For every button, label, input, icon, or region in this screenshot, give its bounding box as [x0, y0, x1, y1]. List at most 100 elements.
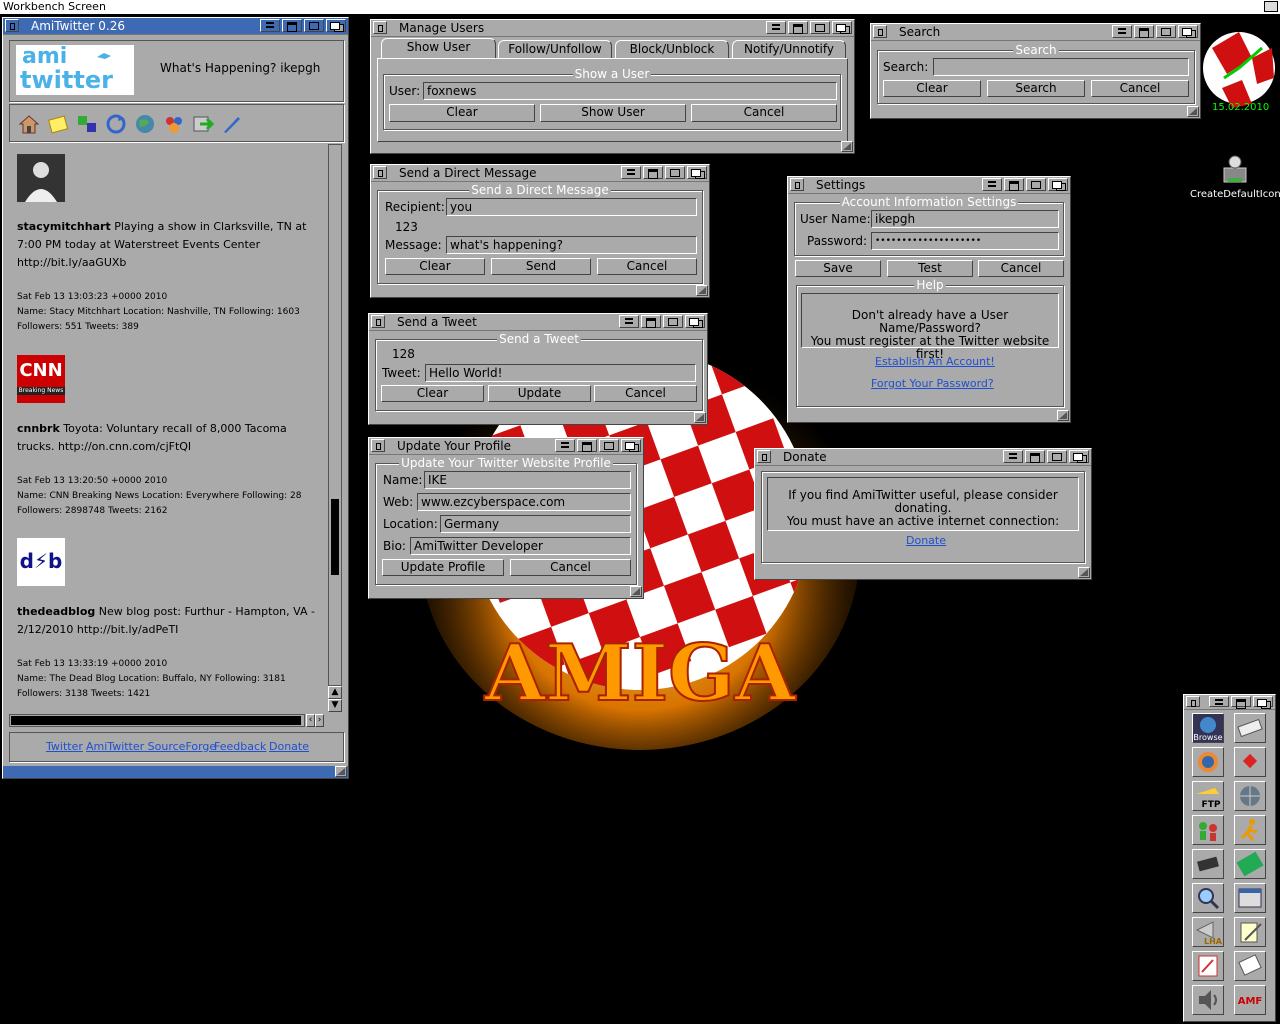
settings-title-bar[interactable]: Settings — [788, 177, 1070, 194]
direct-message-title-bar[interactable]: Send a Direct Message — [371, 165, 709, 182]
cancel-button[interactable]: Cancel — [510, 559, 631, 576]
lha-icon[interactable]: LHA — [1192, 917, 1224, 947]
zoom-gadget[interactable] — [304, 19, 324, 32]
cancel-button[interactable]: Cancel — [1091, 80, 1189, 97]
pen-icon[interactable] — [221, 113, 243, 135]
tab-show-user[interactable]: Show User — [381, 38, 496, 59]
send-tweet-title-bar[interactable]: Send a Tweet — [369, 314, 707, 331]
send-button[interactable]: Send — [491, 258, 591, 275]
tweet-list[interactable]: stacymitchhart Playing a show in Clarksv… — [9, 144, 327, 712]
close-gadget[interactable] — [873, 25, 887, 38]
resize-gadget[interactable] — [696, 285, 708, 296]
resize-gadget[interactable] — [694, 412, 706, 423]
iconify-gadget[interactable] — [619, 315, 639, 328]
iconify-gadget[interactable] — [621, 166, 641, 179]
jump-gadget[interactable] — [1231, 696, 1251, 709]
update-profile-button[interactable]: Update Profile — [382, 559, 504, 576]
cancel-button[interactable]: Cancel — [594, 385, 697, 402]
location-input[interactable]: Germany — [440, 515, 631, 533]
depth-gadget[interactable] — [687, 166, 707, 179]
zoom-gadget[interactable] — [663, 315, 683, 328]
jump-gadget[interactable] — [788, 21, 808, 34]
close-gadget[interactable] — [373, 21, 387, 34]
people-icon[interactable] — [1192, 815, 1224, 845]
depth-gadget[interactable] — [1069, 450, 1089, 463]
show-user-button[interactable]: Show User — [540, 104, 686, 122]
keyboard-icon[interactable] — [1234, 713, 1266, 743]
cancel-button[interactable]: Cancel — [597, 258, 697, 275]
recipient-input[interactable]: you — [446, 198, 697, 216]
depth-gadget[interactable] — [326, 19, 346, 32]
resize-gadget[interactable] — [630, 586, 642, 597]
jump-gadget[interactable] — [641, 315, 661, 328]
zoom-gadget[interactable] — [665, 166, 685, 179]
manage-users-title-bar[interactable]: Manage Users — [371, 20, 854, 37]
depth-gadget[interactable] — [832, 21, 852, 34]
search-input[interactable] — [933, 58, 1189, 76]
tab-notify-unnotify[interactable]: Notify/Unnotify — [732, 40, 846, 58]
bio-input[interactable]: AmiTwitter Developer — [410, 537, 631, 555]
iconify-gadget[interactable] — [555, 439, 575, 452]
world-icon[interactable] — [1192, 747, 1224, 777]
clear-button[interactable]: Clear — [385, 258, 485, 275]
depth-gadget[interactable] — [1048, 178, 1068, 191]
depth-gadget[interactable] — [685, 315, 705, 328]
network-icon[interactable] — [76, 113, 98, 135]
establish-account-link[interactable]: Establish An Account! — [875, 355, 995, 368]
scroll-left-arrow[interactable]: ‹ — [306, 714, 315, 727]
iconify-gadget[interactable] — [1112, 25, 1132, 38]
jump-gadget[interactable] — [1004, 178, 1024, 191]
password-input[interactable]: •••••••••••••••••••• — [871, 232, 1059, 250]
clear-button[interactable]: Clear — [389, 104, 535, 122]
scroll-up-arrow[interactable]: ▲ — [328, 686, 342, 699]
resize-gadget[interactable] — [841, 141, 853, 152]
cancel-button[interactable]: Cancel — [978, 260, 1064, 277]
zoom-gadget[interactable] — [1156, 25, 1176, 38]
scrollbar-knob[interactable] — [331, 499, 339, 575]
vertical-scrollbar[interactable] — [328, 144, 342, 686]
close-gadget[interactable] — [790, 178, 804, 191]
update-profile-title-bar[interactable]: Update Your Profile — [369, 438, 643, 455]
web-input[interactable]: www.ezcyberspace.com — [417, 493, 631, 511]
dock-title-bar[interactable] — [1184, 695, 1275, 710]
document-icon[interactable] — [1234, 951, 1266, 981]
link-sourceforge[interactable]: AmiTwitter SourceForge — [86, 740, 216, 753]
clear-button[interactable]: Clear — [381, 385, 484, 402]
network-globe-icon[interactable] — [1234, 781, 1266, 811]
close-gadget[interactable] — [757, 450, 771, 463]
tweet-input[interactable]: Hello World! — [425, 364, 696, 382]
cancel-button[interactable]: Cancel — [691, 104, 837, 122]
runner-icon[interactable] — [1234, 815, 1266, 845]
screen-depth-gadget[interactable] — [1264, 1, 1278, 12]
forgot-password-link[interactable]: Forgot Your Password? — [871, 377, 994, 390]
zoom-gadget[interactable] — [1026, 178, 1046, 191]
tweet-user[interactable]: stacymitchhart — [17, 220, 111, 233]
notes-icon[interactable] — [47, 113, 69, 135]
donate-link[interactable]: Donate — [906, 534, 946, 547]
home-icon[interactable] — [18, 113, 40, 135]
jump-gadget[interactable] — [1025, 450, 1045, 463]
amf-icon[interactable]: AMF — [1234, 985, 1266, 1015]
donate-title-bar[interactable]: Donate — [755, 449, 1091, 466]
resize-gadget[interactable] — [335, 766, 347, 777]
zoom-gadget[interactable] — [599, 439, 619, 452]
save-button[interactable]: Save — [795, 260, 881, 277]
depth-gadget[interactable] — [1253, 696, 1273, 709]
update-button[interactable]: Update — [488, 385, 591, 402]
jump-gadget[interactable] — [282, 19, 302, 32]
tweet-user[interactable]: cnnbrk — [17, 422, 60, 435]
iconify-gadget[interactable] — [1003, 450, 1023, 463]
jump-gadget[interactable] — [1134, 25, 1154, 38]
close-gadget[interactable] — [1186, 696, 1200, 707]
iconify-gadget[interactable] — [1209, 696, 1229, 707]
forward-icon[interactable] — [192, 113, 214, 135]
zoom-gadget[interactable] — [810, 21, 830, 34]
horizontal-scrollbar[interactable] — [9, 714, 305, 727]
zoom-gadget[interactable] — [1047, 450, 1067, 463]
link-donate[interactable]: Donate — [269, 740, 309, 753]
iconify-gadget[interactable] — [766, 21, 786, 34]
link-twitter[interactable]: Twitter — [46, 740, 83, 753]
browse-icon[interactable]: Browse — [1192, 713, 1224, 743]
iconify-gadget[interactable] — [260, 19, 280, 32]
speaker-icon[interactable] — [1192, 985, 1224, 1015]
